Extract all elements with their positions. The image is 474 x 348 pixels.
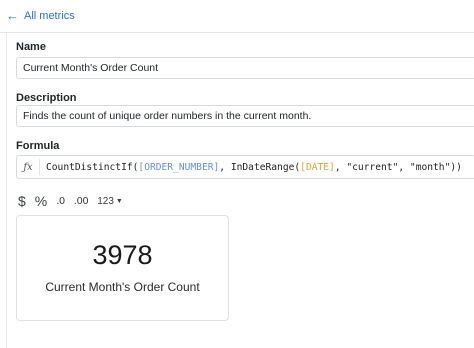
top-bar: ← All metrics (0, 0, 474, 33)
metric-preview-card: 3978 Current Month's Order Count (16, 215, 229, 321)
description-value: Finds the count of unique order numbers … (23, 110, 312, 122)
formula-args: , "current", "month")) (334, 161, 462, 173)
formula-date-ref: [DATE] (300, 161, 335, 173)
number-format-label: 123 (97, 195, 114, 207)
percent-icon: % (34, 193, 48, 209)
formula-editor[interactable]: ƒx CountDistinctIf([ORDER_NUMBER], InDat… (16, 155, 474, 179)
name-value: Current Month's Order Count (23, 62, 159, 74)
back-link-label: All metrics (24, 9, 75, 22)
currency-format-button[interactable]: $ (18, 193, 26, 209)
format-toolbar: $ % .0 .00 123 ▼ (18, 192, 123, 210)
back-arrow-icon: ← (6, 8, 19, 23)
function-icon: ƒx (23, 161, 33, 173)
caret-down-icon: ▼ (115, 197, 123, 205)
name-field[interactable]: Current Month's Order Count (16, 57, 474, 79)
increase-decimals-button[interactable]: .00 (73, 195, 89, 207)
increase-decimals-icon: .00 (73, 195, 89, 207)
formula-separator (39, 159, 40, 175)
number-format-dropdown[interactable]: 123 ▼ (97, 196, 123, 207)
formula-field-ref: [ORDER_NUMBER] (138, 161, 220, 173)
decrease-decimals-button[interactable]: .0 (56, 196, 65, 207)
name-label: Name (16, 41, 46, 53)
dollar-icon: $ (18, 193, 26, 209)
all-metrics-link[interactable]: ← All metrics (6, 9, 75, 22)
metric-editor: ← All metrics Name Current Month's Order… (0, 0, 474, 348)
metric-preview-label: Current Month's Order Count (45, 280, 200, 294)
description-label: Description (16, 92, 77, 104)
formula-inner-function: , InDateRange( (219, 161, 301, 173)
formula-function: CountDistinctIf( (46, 161, 139, 173)
formula-label: Formula (16, 140, 60, 152)
percent-format-button[interactable]: % (35, 193, 47, 209)
metric-value: 3978 (92, 240, 153, 270)
decrease-decimals-icon: .0 (56, 195, 65, 207)
left-divider (6, 33, 7, 348)
formula-expression: CountDistinctIf([ORDER_NUMBER], InDateRa… (46, 162, 462, 173)
description-field[interactable]: Finds the count of unique order numbers … (16, 105, 474, 127)
